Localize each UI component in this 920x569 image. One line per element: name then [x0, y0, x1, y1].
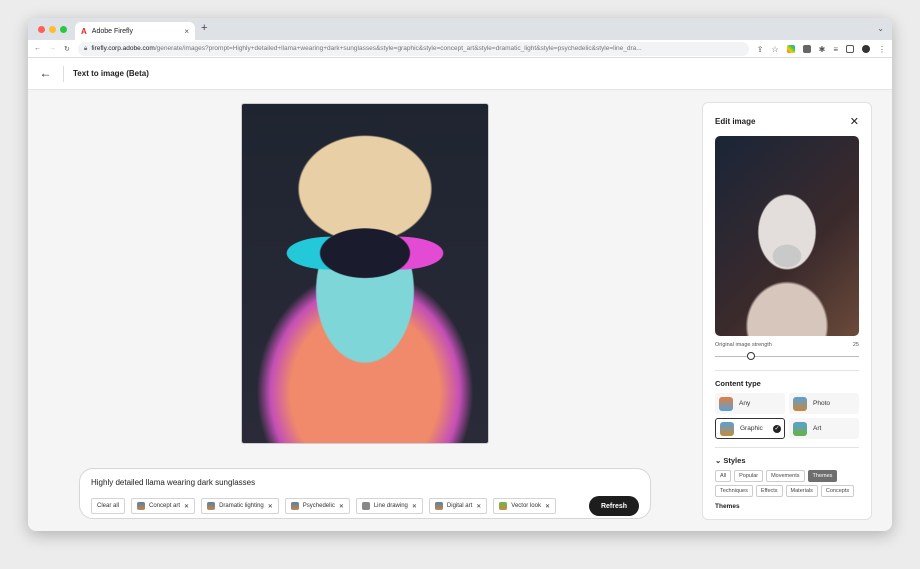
- content-type-label: Graphic: [740, 425, 763, 432]
- back-icon[interactable]: ←: [34, 45, 41, 52]
- content-type-label: Any: [739, 400, 751, 407]
- content-type-photo[interactable]: Photo: [789, 393, 859, 414]
- style-thumbnail-icon: [207, 502, 216, 510]
- content-type-art[interactable]: Art: [789, 418, 859, 439]
- tag-label: Dramatic lighting: [219, 503, 264, 509]
- style-tag[interactable]: Concept art ✕: [131, 498, 196, 514]
- refresh-button[interactable]: Refresh: [589, 496, 639, 516]
- back-arrow-icon[interactable]: ←: [28, 65, 64, 82]
- remove-tag-icon[interactable]: ✕: [268, 503, 273, 510]
- url-host: firefly.corp.adobe.com: [91, 45, 155, 52]
- forward-icon[interactable]: →: [49, 45, 56, 52]
- tag-label: Line drawing: [373, 503, 408, 509]
- reading-list-icon[interactable]: ≡: [833, 45, 838, 54]
- reload-icon[interactable]: ↻: [64, 45, 70, 53]
- style-filter-materials[interactable]: Materials: [785, 485, 818, 497]
- remove-tag-icon[interactable]: ✕: [412, 503, 417, 510]
- generated-image[interactable]: [241, 103, 489, 444]
- new-tab-button[interactable]: +: [201, 22, 207, 34]
- adobe-logo-icon: A: [81, 26, 87, 36]
- balloon-icon: [720, 421, 734, 436]
- content-type-title: Content type: [715, 379, 761, 388]
- remove-tag-icon[interactable]: ✕: [476, 503, 481, 510]
- content-type-any[interactable]: Any: [715, 393, 785, 414]
- prompt-bar: Highly detailed llama wearing dark sungl…: [79, 468, 651, 519]
- style-tag[interactable]: Line drawing ✕: [355, 498, 423, 514]
- edit-image-preview: [715, 136, 859, 336]
- styles-title: Styles: [723, 456, 746, 465]
- puzzle-icon[interactable]: ✱: [819, 45, 826, 54]
- content-type-label: Art: [813, 425, 822, 432]
- style-thumbnail-icon: [361, 502, 370, 510]
- strength-label: Original image strength: [715, 342, 772, 348]
- style-tag[interactable]: Dramatic lighting ✕: [201, 498, 279, 514]
- tag-label: Concept art: [149, 503, 181, 509]
- content-type-graphic[interactable]: Graphic ✓: [715, 418, 785, 439]
- style-filter-all[interactable]: All: [715, 470, 732, 482]
- url-field[interactable]: 🔒︎ firefly.corp.adobe.com/generate/images…: [77, 41, 749, 56]
- style-filter-concepts[interactable]: Concepts: [820, 485, 855, 497]
- slider-knob[interactable]: [747, 352, 755, 360]
- style-thumbnail-icon: [434, 502, 443, 510]
- style-thumbnail-icon: [290, 502, 299, 510]
- minimize-window-button[interactable]: [49, 26, 56, 33]
- browser-tab[interactable]: A Adobe Firefly ×: [75, 22, 195, 40]
- close-window-button[interactable]: [38, 26, 45, 33]
- style-filter-popular[interactable]: Popular: [734, 470, 764, 482]
- panel-title: Edit image: [715, 117, 756, 126]
- style-filter-movements[interactable]: Movements: [766, 470, 805, 482]
- close-icon[interactable]: ✕: [850, 115, 859, 128]
- balloon-icon: [793, 396, 807, 411]
- address-bar: ← → ↻ 🔒︎ firefly.corp.adobe.com/generate/…: [28, 40, 892, 58]
- tag-label: Psychedelic: [302, 503, 335, 509]
- tab-bar: A Adobe Firefly × + ⌄: [28, 18, 892, 40]
- style-filter-effects[interactable]: Effects: [755, 485, 783, 497]
- profile-avatar[interactable]: [862, 44, 870, 53]
- style-filter-techniques[interactable]: Techniques: [715, 485, 753, 497]
- prompt-input[interactable]: Highly detailed llama wearing dark sungl…: [91, 478, 639, 487]
- checkmark-icon: ✓: [773, 424, 781, 433]
- styles-toggle[interactable]: ⌄ Styles: [715, 456, 859, 465]
- url-path: /generate/images?prompt=Highly+detailed+…: [154, 45, 642, 52]
- themes-title: Themes: [715, 503, 740, 510]
- balloon-icon: [719, 396, 733, 411]
- app-header: ← Text to image (Beta): [28, 58, 892, 90]
- remove-tag-icon[interactable]: ✕: [545, 503, 550, 510]
- chevron-down-icon: ⌄: [715, 456, 722, 465]
- style-thumbnail-icon: [137, 502, 146, 510]
- strength-value: 25: [852, 342, 859, 348]
- tag-label: Vector look: [511, 503, 541, 509]
- sidebar-icon[interactable]: [846, 44, 854, 53]
- page-title: Text to image (Beta): [73, 69, 149, 78]
- balloon-icon: [793, 421, 807, 436]
- maximize-window-button[interactable]: [60, 26, 67, 33]
- lock-icon: 🔒︎: [83, 44, 88, 52]
- share-icon[interactable]: ⇪: [757, 45, 764, 54]
- style-thumbnail-icon: [499, 502, 508, 510]
- remove-tag-icon[interactable]: ✕: [339, 503, 344, 510]
- close-tab-icon[interactable]: ×: [184, 27, 189, 36]
- tag-label: Digital art: [446, 503, 473, 509]
- browser-window: A Adobe Firefly × + ⌄ ← → ↻ 🔒︎ firefly.co…: [28, 18, 892, 531]
- menu-icon[interactable]: ⋮: [878, 45, 886, 54]
- style-tag[interactable]: Vector look ✕: [493, 498, 556, 514]
- tab-list-chevron-icon[interactable]: ⌄: [877, 24, 884, 33]
- remove-tag-icon[interactable]: ✕: [184, 503, 189, 510]
- style-tag[interactable]: Psychedelic ✕: [284, 498, 350, 514]
- clear-all-button[interactable]: Clear all: [91, 498, 126, 514]
- style-tag[interactable]: Digital art ✕: [428, 498, 488, 514]
- extension-icon[interactable]: [786, 44, 795, 53]
- style-filter-themes[interactable]: Themes: [807, 470, 838, 482]
- edit-image-panel: Edit image ✕ Original image strength 25 Co…: [702, 102, 872, 520]
- extension-icon[interactable]: [802, 44, 811, 53]
- content-type-label: Photo: [813, 400, 830, 407]
- tab-title: Adobe Firefly: [91, 27, 134, 35]
- strength-slider[interactable]: [715, 350, 859, 362]
- bookmark-star-icon[interactable]: ☆: [771, 45, 778, 54]
